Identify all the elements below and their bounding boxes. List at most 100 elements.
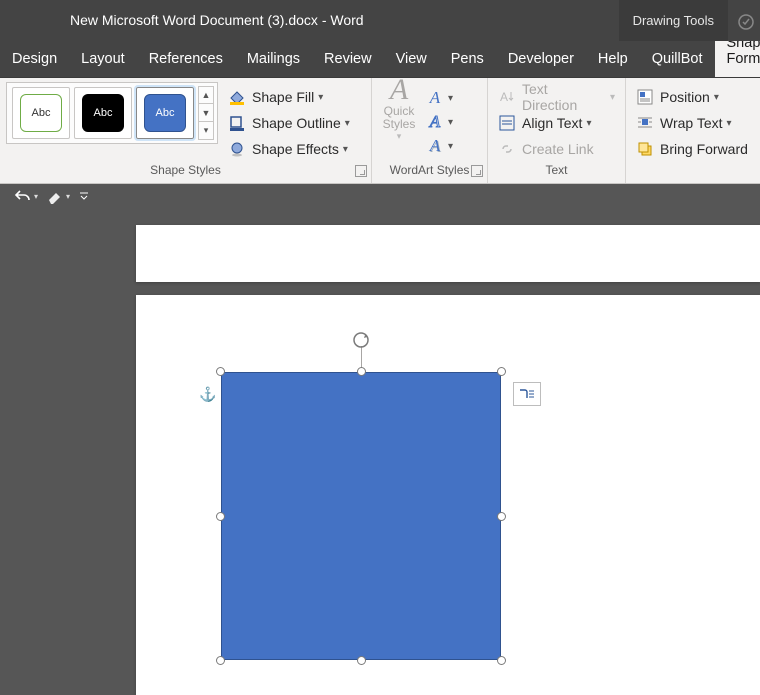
shape-rectangle[interactable] xyxy=(221,372,501,660)
text-effects-button[interactable]: A ▾ xyxy=(426,134,453,158)
text-effects-icon: A xyxy=(426,136,444,156)
shape-style-preset-3[interactable]: Abc xyxy=(136,87,194,139)
chevron-down-icon: ▾ xyxy=(714,92,719,103)
shape-effects-icon xyxy=(228,140,246,158)
text-direction-button: A Text Direction ▾ xyxy=(494,84,619,110)
resize-handle-b[interactable] xyxy=(357,656,366,665)
contextual-tab-drawing-tools[interactable]: Drawing Tools xyxy=(619,0,728,41)
anchor-icon: ⚓ xyxy=(199,386,216,403)
tab-review[interactable]: Review xyxy=(312,42,384,77)
wrap-text-button[interactable]: Wrap Text ▾ xyxy=(632,110,752,136)
group-text: A Text Direction ▾ Align Text ▾ C xyxy=(488,78,626,183)
selected-shape[interactable]: ⚓ xyxy=(221,372,501,660)
shape-style-preset-1[interactable]: Abc xyxy=(12,87,70,139)
gallery-down-button[interactable]: ▼ xyxy=(198,104,214,122)
group-label-arrange xyxy=(626,163,760,183)
text-fill-button[interactable]: A ▾ xyxy=(426,86,453,110)
title-bar: New Microsoft Word Document (3).docx - W… xyxy=(0,0,760,41)
layout-options-button[interactable] xyxy=(513,382,541,406)
resize-handle-tl[interactable] xyxy=(216,367,225,376)
tab-design[interactable]: Design xyxy=(0,42,69,77)
chevron-down-icon: ▾ xyxy=(448,117,453,128)
chevron-down-icon: ▾ xyxy=(448,93,453,104)
paint-bucket-icon xyxy=(228,88,246,106)
group-arrange: Position ▾ Wrap Text ▾ Bring Forward xyxy=(626,78,760,183)
undo-icon xyxy=(14,188,32,204)
group-label-text: Text xyxy=(488,163,625,183)
chevron-down-icon: ▾ xyxy=(397,131,402,142)
wrap-text-icon xyxy=(636,114,654,132)
chevron-down-icon: ▾ xyxy=(318,92,323,103)
save-status-icon xyxy=(736,12,756,32)
resize-handle-r[interactable] xyxy=(497,512,506,521)
text-fill-icon: A xyxy=(426,88,444,108)
dialog-launcher-icon[interactable] xyxy=(471,165,483,177)
cmd-label: Wrap Text xyxy=(660,115,723,131)
cmd-label: Quick Styles xyxy=(378,105,420,131)
resize-handle-br[interactable] xyxy=(497,656,506,665)
shape-fill-button[interactable]: Shape Fill ▾ xyxy=(224,84,354,110)
position-button[interactable]: Position ▾ xyxy=(632,84,752,110)
svg-text:A: A xyxy=(500,90,508,104)
cmd-label: Shape Effects xyxy=(252,141,339,157)
bring-forward-button[interactable]: Bring Forward xyxy=(632,136,752,162)
wordart-preview-icon: A xyxy=(390,77,408,103)
tab-view[interactable]: View xyxy=(384,42,439,77)
shape-effects-button[interactable]: Shape Effects ▾ xyxy=(224,136,354,162)
tab-quillbot[interactable]: QuillBot xyxy=(640,42,715,77)
cmd-label: Shape Fill xyxy=(252,89,314,105)
text-outline-button[interactable]: A ▾ xyxy=(426,110,453,134)
chevron-down-icon: ▾ xyxy=(343,144,348,155)
resize-handle-tr[interactable] xyxy=(497,367,506,376)
chevron-down-icon: ▾ xyxy=(727,118,732,129)
shape-style-gallery[interactable]: Abc Abc Abc ▲ ▼ ▾ xyxy=(6,82,218,144)
resize-handle-bl[interactable] xyxy=(216,656,225,665)
undo-button[interactable]: ▾ xyxy=(14,188,38,204)
resize-handle-l[interactable] xyxy=(216,512,225,521)
tab-pens[interactable]: Pens xyxy=(439,42,496,77)
customize-icon xyxy=(78,190,90,202)
chevron-down-icon: ▾ xyxy=(345,118,350,129)
shape-outline-button[interactable]: Shape Outline ▾ xyxy=(224,110,354,136)
gallery-up-button[interactable]: ▲ xyxy=(198,86,214,104)
tab-references[interactable]: References xyxy=(137,42,235,77)
cmd-label: Create Link xyxy=(522,141,594,157)
resize-handle-t[interactable] xyxy=(357,367,366,376)
chevron-down-icon: ▾ xyxy=(34,192,38,201)
preset-label: Abc xyxy=(144,94,186,132)
cmd-label: Position xyxy=(660,89,710,105)
preset-label: Abc xyxy=(20,94,62,132)
document-area[interactable]: ⚓ xyxy=(0,208,760,695)
text-outline-icon: A xyxy=(426,112,444,132)
document-title: New Microsoft Word Document (3).docx - W… xyxy=(70,12,364,28)
pen-outline-icon xyxy=(228,114,246,132)
create-link-button: Create Link xyxy=(494,136,619,162)
tab-layout[interactable]: Layout xyxy=(69,42,137,77)
cmd-label: Align Text xyxy=(522,115,582,131)
tab-help[interactable]: Help xyxy=(586,42,640,77)
group-wordart-styles: A Quick Styles ▾ A ▾ A ▾ A ▾ Word xyxy=(372,78,488,183)
chevron-down-icon: ▾ xyxy=(610,92,615,103)
document-page[interactable]: ⚓ xyxy=(136,295,760,695)
bring-forward-icon xyxy=(636,140,654,158)
cmd-label: Text Direction xyxy=(522,81,606,113)
gallery-more-button[interactable]: ▾ xyxy=(198,122,214,140)
align-text-button[interactable]: Align Text ▾ xyxy=(494,110,619,136)
rotation-handle[interactable] xyxy=(351,330,371,350)
previous-page-sliver xyxy=(136,225,760,282)
qat-customize-button[interactable] xyxy=(78,190,90,202)
dialog-launcher-icon[interactable] xyxy=(355,165,367,177)
shape-style-preset-2[interactable]: Abc xyxy=(74,87,132,139)
tab-developer[interactable]: Developer xyxy=(496,42,586,77)
text-direction-icon: A xyxy=(498,88,516,106)
group-label-shape-styles: Shape Styles xyxy=(0,163,371,183)
tab-mailings[interactable]: Mailings xyxy=(235,42,312,77)
quick-styles-button: A Quick Styles ▾ xyxy=(378,84,420,142)
touch-mode-button[interactable]: ▾ xyxy=(46,188,70,204)
group-label-wordart: WordArt Styles xyxy=(372,163,487,183)
ribbon: Abc Abc Abc ▲ ▼ ▾ S xyxy=(0,78,760,184)
group-shape-styles: Abc Abc Abc ▲ ▼ ▾ S xyxy=(0,78,372,183)
cmd-label: Shape Outline xyxy=(252,115,341,131)
link-icon xyxy=(498,140,516,158)
align-text-icon xyxy=(498,114,516,132)
